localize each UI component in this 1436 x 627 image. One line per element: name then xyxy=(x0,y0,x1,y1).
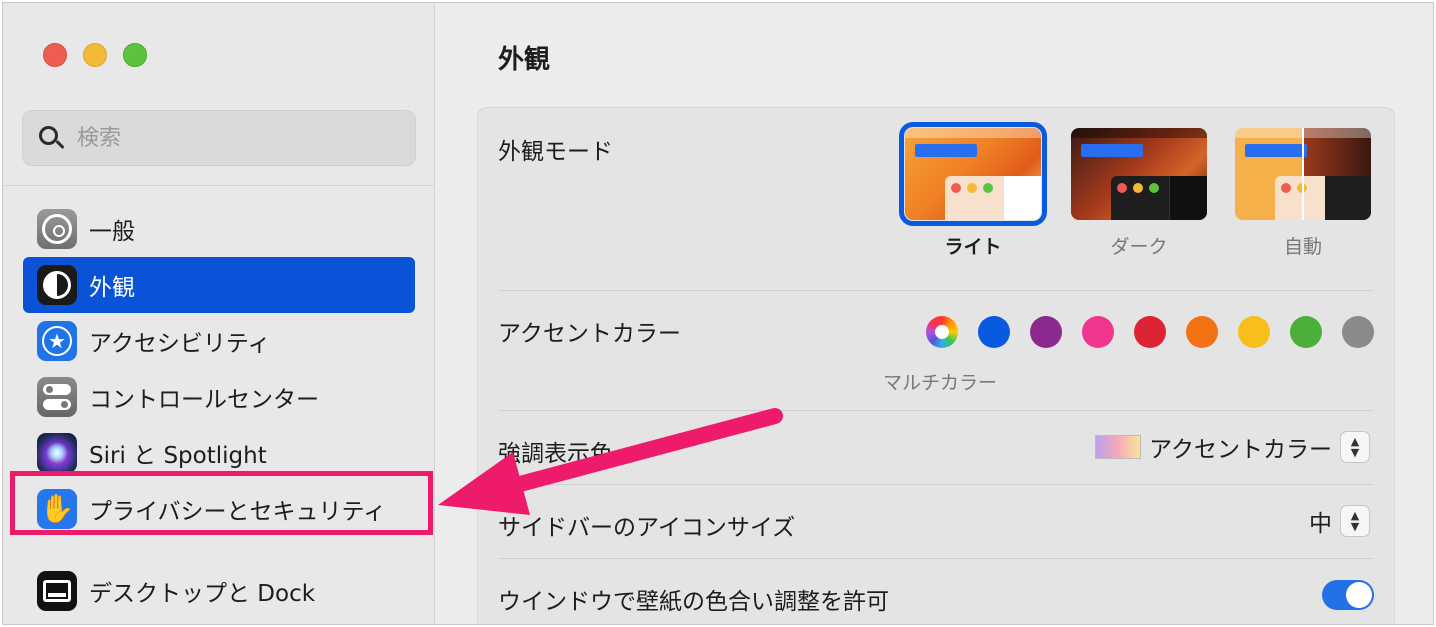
appearance-option-label: 自動 xyxy=(1283,236,1322,258)
accent-swatch-multicolor[interactable] xyxy=(926,316,958,348)
row-divider xyxy=(498,290,1374,291)
sidebar-item-general[interactable]: 一般 xyxy=(23,201,415,257)
highlight-color-swatch xyxy=(1095,435,1142,459)
accent-selected-caption: マルチカラー xyxy=(883,372,998,394)
appearance-mode-label: 外観モード xyxy=(498,139,613,165)
appearance-option-label: ダーク xyxy=(1110,236,1168,258)
control-center-icon xyxy=(37,377,77,417)
close-button[interactable] xyxy=(43,43,67,67)
settings-card: 外観モード ライト ダーク 自動 アクセントカラー マルチカラー 強調表示色 ア… xyxy=(477,107,1395,624)
accent-swatch-blue[interactable] xyxy=(978,316,1010,348)
row-divider xyxy=(498,558,1374,559)
accent-swatch-green[interactable] xyxy=(1290,316,1322,348)
accent-swatch-pink[interactable] xyxy=(1082,316,1114,348)
accent-swatch-orange[interactable] xyxy=(1186,316,1218,348)
appearance-option-label: ライト xyxy=(944,236,1002,258)
accessibility-icon: ★ xyxy=(37,321,77,361)
wallpaper-tinting-toggle[interactable] xyxy=(1322,580,1374,610)
popup-chevron-icon[interactable]: ▲ ▼ xyxy=(1340,431,1370,463)
sidebar-icon-size-value: 中 xyxy=(1309,511,1332,537)
sidebar-item-label: アクセシビリティ xyxy=(89,331,271,357)
highlight-color-value: アクセントカラー xyxy=(1149,437,1332,463)
sidebar-nav: 一般 外観 ★ アクセシビリティ コントロールセンター Siri と Spotl… xyxy=(23,201,415,619)
sidebar-divider xyxy=(3,185,435,186)
search-input[interactable] xyxy=(77,125,377,151)
sidebar-item-label: Siri と Spotlight xyxy=(89,443,267,469)
sidebar-item-label: 一般 xyxy=(89,219,135,245)
dock-icon xyxy=(37,571,77,611)
minimize-button[interactable] xyxy=(83,43,107,67)
auto-mode-thumbnail[interactable] xyxy=(1235,128,1371,220)
page-title: 外観 xyxy=(498,45,551,75)
gear-icon xyxy=(37,209,77,249)
sidebar-item-control-center[interactable]: コントロールセンター xyxy=(23,369,415,425)
highlight-color-label: 強調表示色 xyxy=(498,441,613,467)
main-pane: 外観 外観モード ライト ダーク 自動 アクセントカラー マルチカラー 強調表示… xyxy=(436,3,1433,624)
row-divider xyxy=(498,484,1374,485)
sidebar-icon-size-label: サイドバーのアイコンサイズ xyxy=(498,515,796,541)
appearance-icon xyxy=(37,265,77,305)
sidebar-icon-size-popup[interactable]: 中 ▲ ▼ xyxy=(1309,504,1370,538)
accent-color-label: アクセントカラー xyxy=(498,321,681,347)
light-mode-thumbnail[interactable] xyxy=(899,122,1047,226)
annotation-highlight-box xyxy=(10,471,433,535)
appearance-option-auto[interactable]: 自動 xyxy=(1228,128,1378,259)
sidebar-item-accessibility[interactable]: ★ アクセシビリティ xyxy=(23,313,415,369)
zoom-button[interactable] xyxy=(123,43,147,67)
accent-swatch-yellow[interactable] xyxy=(1238,316,1270,348)
sidebar-item-label: 外観 xyxy=(89,275,135,301)
sidebar-item-desktop-dock[interactable]: デスクトップと Dock xyxy=(23,563,415,619)
search-icon xyxy=(37,124,65,152)
accent-color-swatches xyxy=(926,316,1374,348)
popup-chevron-icon[interactable]: ▲ ▼ xyxy=(1340,505,1370,537)
sidebar-item-appearance[interactable]: 外観 xyxy=(23,257,415,313)
accent-swatch-purple[interactable] xyxy=(1030,316,1062,348)
window-controls xyxy=(43,43,147,67)
appearance-option-dark[interactable]: ダーク xyxy=(1064,128,1214,259)
wallpaper-tinting-label: ウインドウで壁紙の色合い調整を許可 xyxy=(498,589,889,615)
sidebar-item-label: デスクトップと Dock xyxy=(89,581,316,607)
siri-icon xyxy=(37,433,77,473)
highlight-color-popup[interactable]: アクセントカラー ▲ ▼ xyxy=(1095,430,1370,464)
appearance-option-light[interactable]: ライト xyxy=(898,122,1048,259)
dark-mode-thumbnail[interactable] xyxy=(1071,128,1207,220)
sidebar-item-label: コントロールセンター xyxy=(89,387,319,413)
search-field[interactable] xyxy=(22,110,416,166)
accent-swatch-graphite[interactable] xyxy=(1342,316,1374,348)
accent-swatch-red[interactable] xyxy=(1134,316,1166,348)
row-divider xyxy=(498,410,1374,411)
